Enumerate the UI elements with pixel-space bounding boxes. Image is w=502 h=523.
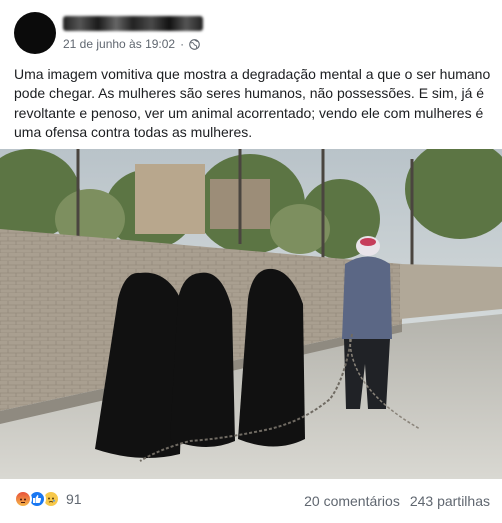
reactions-summary[interactable]: 91 (14, 490, 82, 508)
reaction-count[interactable]: 91 (66, 491, 82, 507)
globe-icon[interactable] (189, 38, 200, 50)
shares-count-link[interactable]: 243 partilhas (410, 493, 490, 509)
post-meta: 21 de junho às 19:02 · (63, 37, 200, 51)
photo-illustration (0, 149, 502, 479)
angry-reaction-icon (14, 490, 32, 508)
comments-count-link[interactable]: 20 comentários (304, 493, 400, 509)
post-photo[interactable] (0, 149, 502, 479)
post-header: 21 de junho às 19:02 · (14, 12, 494, 56)
author-avatar[interactable] (14, 12, 56, 54)
separator-dot: · (180, 37, 185, 51)
post-caption: Uma imagem vomitiva que mostra a degrada… (14, 66, 491, 140)
author-name-redacted[interactable] (63, 16, 203, 31)
post-timestamp[interactable]: 21 de junho às 19:02 (63, 37, 175, 51)
post-footer: 91 20 comentários 243 partilhas (0, 484, 502, 518)
facebook-post: 21 de junho às 19:02 · Uma imagem vomiti… (0, 0, 502, 523)
post-stats: 20 comentários 243 partilhas (304, 493, 490, 509)
